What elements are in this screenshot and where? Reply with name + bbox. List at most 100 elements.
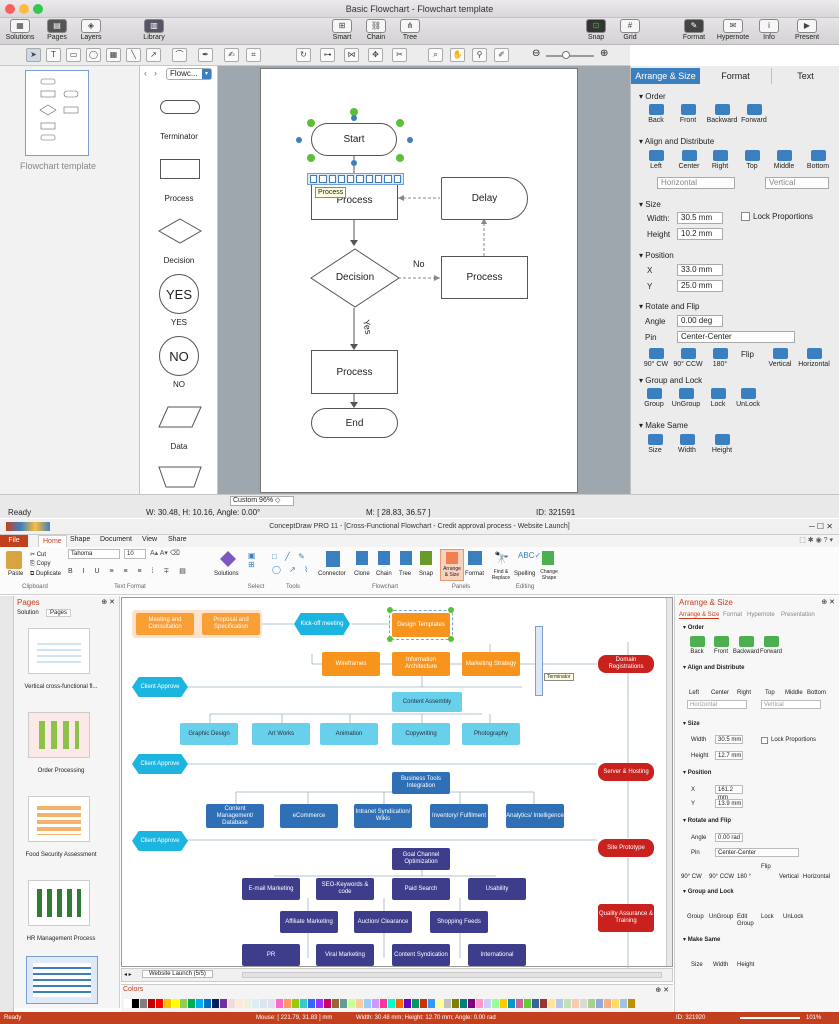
bottom-lock-button[interactable]: Lock — [761, 914, 774, 920]
node-client-approve-3[interactable]: Client Approve — [132, 831, 188, 851]
table-tool-icon[interactable]: ▦ — [106, 48, 121, 62]
font-size-select[interactable]: 10 — [124, 549, 146, 559]
color-swatch[interactable] — [124, 999, 131, 1008]
node-art-works[interactable]: Art Works — [252, 723, 310, 745]
node-server-hosting[interactable]: Server & Hosting — [598, 763, 654, 781]
ribbon-find-replace-button[interactable]: Find & Replace — [488, 569, 514, 581]
rotate-90-ccw-button[interactable]: 90° CCW — [673, 348, 703, 368]
color-swatch[interactable] — [436, 999, 443, 1008]
quick-shape-icon[interactable] — [393, 175, 401, 183]
selection-handle[interactable] — [387, 636, 393, 642]
node-seo[interactable]: SEO-Keywords & code — [316, 878, 374, 900]
color-swatch[interactable] — [356, 999, 363, 1008]
color-swatch[interactable] — [324, 999, 331, 1008]
bottom-align-center[interactable]: Center — [711, 690, 729, 696]
library-decision-shape[interactable] — [158, 218, 202, 244]
font-grow-icons[interactable]: A▴ A▾ ⌫ — [150, 549, 180, 557]
same-height-button[interactable]: Height — [709, 434, 735, 454]
quick-shape-icon[interactable] — [310, 175, 318, 183]
color-swatch[interactable] — [236, 999, 243, 1008]
node-client-approve-1[interactable]: Client Approve — [132, 677, 188, 697]
page-thumbnail[interactable] — [25, 70, 89, 156]
node-pr[interactable]: PR — [242, 944, 300, 966]
line-tool-icon[interactable]: ╲ — [126, 48, 141, 62]
rotate-tool-icon[interactable]: ↻ — [296, 48, 311, 62]
library-process-shape[interactable] — [160, 159, 200, 179]
color-swatch[interactable] — [412, 999, 419, 1008]
ribbon-arrange-size-button[interactable]: Arrange & Size — [440, 549, 464, 581]
delay-shape[interactable]: Delay — [441, 177, 528, 220]
colors-panel-close-icon[interactable]: ⊕ ✕ — [655, 986, 669, 994]
same-width-button[interactable]: Width — [675, 434, 699, 454]
solutions-button[interactable]: ▦ Solutions — [4, 19, 36, 41]
tab-text[interactable]: Text — [771, 68, 839, 84]
close-window-button[interactable] — [5, 4, 15, 14]
node-wireframes[interactable]: Wireframes — [322, 652, 380, 676]
node-content-management[interactable]: Content Management/ Database — [206, 804, 264, 828]
color-swatch[interactable] — [604, 999, 611, 1008]
duplicate-button[interactable]: ⧉ Duplicate — [30, 571, 61, 578]
eyedropper-tool-icon[interactable]: ✐ — [494, 48, 509, 62]
bottom-group-button[interactable]: Group — [687, 914, 704, 920]
info-button[interactable]: i Info — [756, 19, 782, 41]
color-swatch[interactable] — [476, 999, 483, 1008]
bottom-tab-format[interactable]: Format — [723, 612, 742, 618]
bottom-distribute-horizontal[interactable]: Horizontal — [687, 700, 747, 709]
color-swatch[interactable] — [188, 999, 195, 1008]
zoom-out-icon[interactable]: ⊖ — [532, 48, 540, 59]
color-swatch[interactable] — [372, 999, 379, 1008]
color-swatch[interactable] — [420, 999, 427, 1008]
node-usability[interactable]: Usability — [468, 878, 526, 900]
node-meeting[interactable]: Meeting and Consultation — [136, 613, 194, 635]
ellipse-tool-icon[interactable]: ◯ — [86, 48, 101, 62]
node-photography[interactable]: Photography — [462, 723, 520, 745]
split-tool-icon[interactable]: ⋈ — [344, 48, 359, 62]
zoom-window-button[interactable] — [33, 4, 43, 14]
bottom-same-size[interactable]: Size — [691, 962, 703, 968]
group-button[interactable]: Group — [641, 388, 667, 408]
color-swatch[interactable] — [596, 999, 603, 1008]
bottom-align-bottom[interactable]: Bottom — [807, 690, 826, 696]
color-swatch[interactable] — [268, 999, 275, 1008]
page-thumb-4[interactable] — [28, 880, 90, 926]
node-quality-assurance[interactable]: Quality Assurance & Training — [598, 904, 654, 932]
paste-button[interactable]: Paste — [8, 571, 23, 577]
sheet-tab-website-launch[interactable]: Website Launch (5/5) — [142, 970, 213, 978]
node-affiliate[interactable]: Affiliate Marketing — [280, 911, 338, 933]
bottom-same-width[interactable]: Width — [713, 962, 728, 968]
pin-select[interactable]: Center-Center — [677, 331, 795, 343]
ribbon-chain-button[interactable]: Chain — [376, 571, 392, 577]
quick-shape-icon[interactable] — [347, 175, 355, 183]
move-tool-icon[interactable]: ✥ — [368, 48, 383, 62]
arc-tool-icon[interactable]: ⌒ — [172, 48, 187, 62]
present-button[interactable]: ▶ Present — [790, 19, 824, 41]
color-swatch[interactable] — [556, 999, 563, 1008]
color-swatch[interactable] — [196, 999, 203, 1008]
stamp-tool-icon[interactable]: ⚲ — [472, 48, 487, 62]
color-swatch[interactable] — [228, 999, 235, 1008]
library-forward-icon[interactable]: › — [154, 68, 157, 78]
page-thumb-1[interactable] — [28, 628, 90, 674]
x-field[interactable]: 33.0 mm — [677, 264, 723, 276]
quick-shape-icon[interactable] — [384, 175, 392, 183]
color-swatch[interactable] — [564, 999, 571, 1008]
node-graphic-design[interactable]: Graphic Design — [180, 723, 238, 745]
node-auction[interactable]: Auction/ Clearance — [354, 911, 412, 933]
zoom-in-icon[interactable]: ⊕ — [600, 48, 608, 59]
node-email-marketing[interactable]: E-mail Marketing — [242, 878, 300, 900]
front-button[interactable]: Front — [675, 104, 701, 124]
color-swatch[interactable] — [572, 999, 579, 1008]
hypernote-button[interactable]: ✉ Hypernote — [714, 19, 752, 41]
bottom-flip-horizontal[interactable]: Horizontal — [803, 874, 830, 880]
node-viral-marketing[interactable]: Viral Marketing — [316, 944, 374, 966]
node-site-prototype[interactable]: Site Prototype — [598, 839, 654, 857]
color-swatch[interactable] — [284, 999, 291, 1008]
library-button[interactable]: ▥ Library — [140, 19, 168, 41]
quick-shape-icon[interactable] — [365, 175, 374, 183]
color-swatch[interactable] — [452, 999, 459, 1008]
color-swatch[interactable] — [500, 999, 507, 1008]
color-swatch[interactable] — [492, 999, 499, 1008]
node-info-arch[interactable]: Information Architecture — [392, 652, 450, 676]
chain-button[interactable]: ⛓ Chain — [362, 19, 390, 41]
align-right-button[interactable]: Right — [709, 150, 731, 170]
